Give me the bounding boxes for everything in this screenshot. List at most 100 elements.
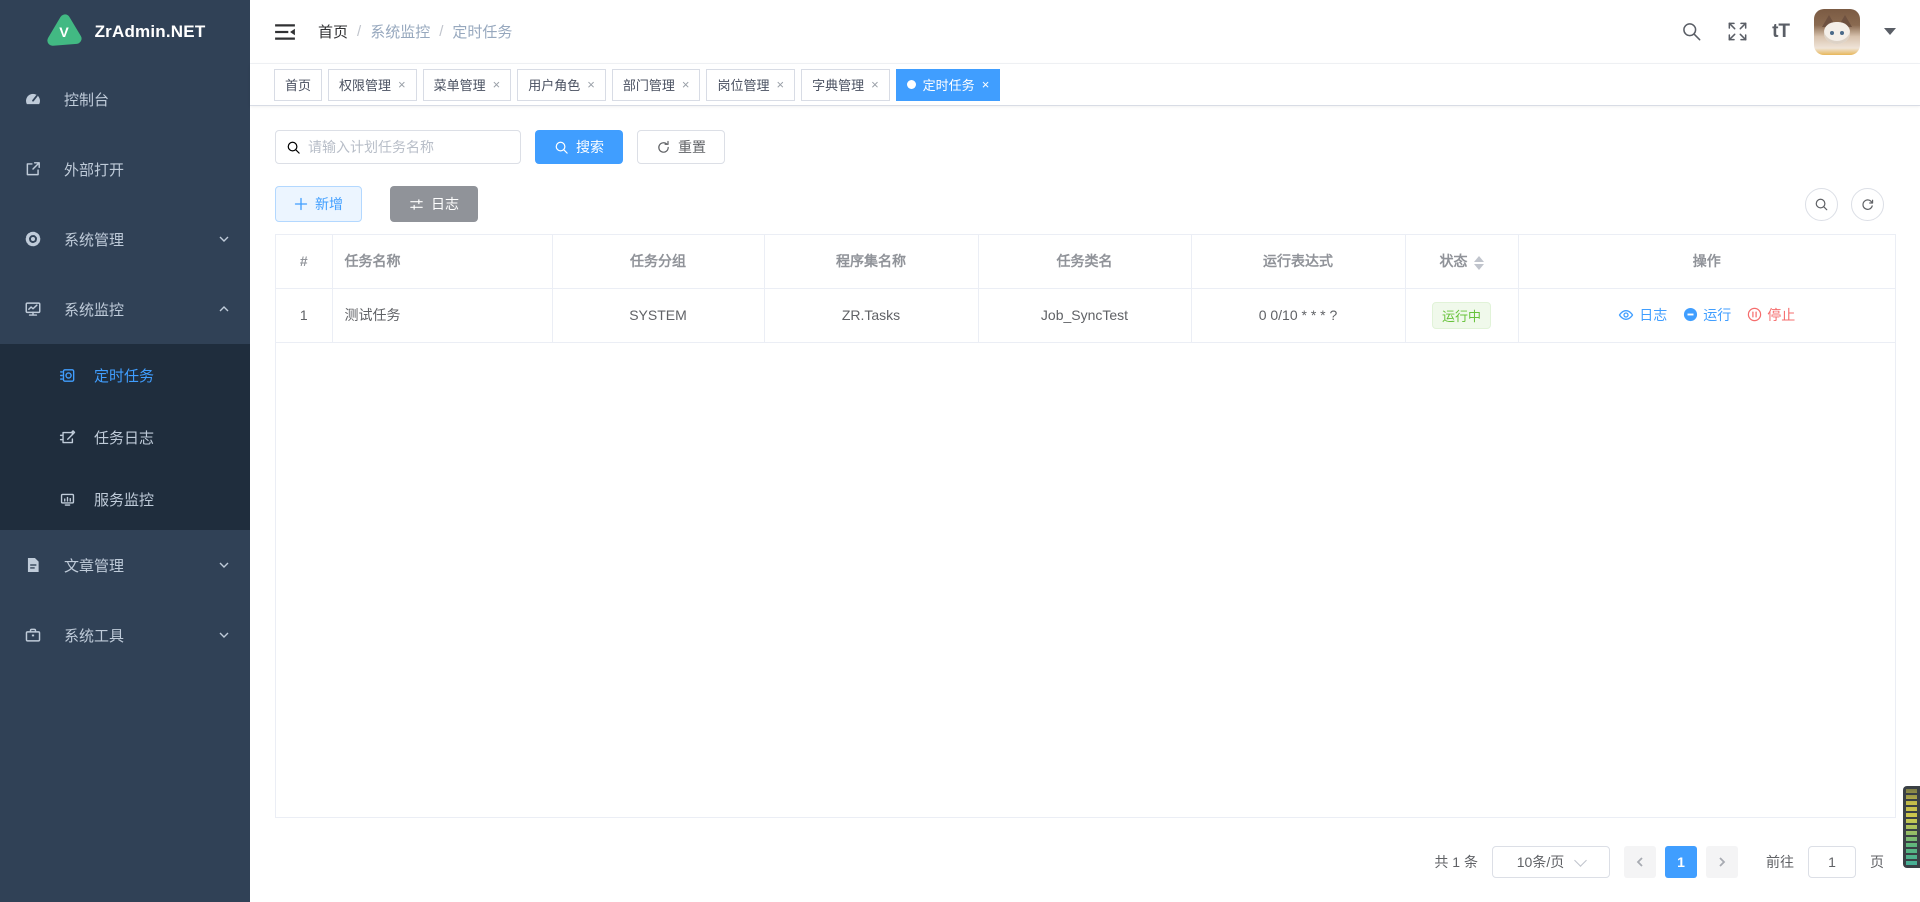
tab-home[interactable]: 首页: [274, 69, 322, 101]
sidebar-collapse-icon[interactable]: [274, 22, 296, 42]
external-link-icon: [24, 160, 42, 178]
sidebar-item-service-monitor[interactable]: 服务监控: [0, 468, 250, 530]
refresh-table-button[interactable]: [1851, 188, 1884, 221]
sort-desc-icon[interactable]: [1474, 264, 1484, 270]
fullscreen-icon[interactable]: [1726, 21, 1748, 43]
chevron-up-icon: [218, 303, 230, 315]
run-icon: [1683, 307, 1698, 322]
tasks-table: # 任务名称 任务分组 程序集名称 任务类名 运行表达式 状态 操作: [275, 234, 1896, 818]
sidebar-item-scheduled-tasks[interactable]: 定时任务: [0, 344, 250, 406]
toolbox-icon: [24, 626, 42, 644]
tab-permission-management[interactable]: 权限管理 ×: [328, 69, 417, 101]
app-logo[interactable]: V ZrAdmin.NET: [0, 0, 250, 64]
toolbar-row: 新增 日志: [275, 186, 1896, 222]
log-button[interactable]: 日志: [390, 186, 478, 222]
tab-label: 首页: [285, 75, 311, 94]
sort-asc-icon[interactable]: [1474, 256, 1484, 262]
row-run-button[interactable]: 运行: [1683, 305, 1731, 325]
next-page-button[interactable]: [1706, 846, 1738, 878]
avatar-caret-down-icon[interactable]: [1884, 28, 1896, 35]
tab-menu-management[interactable]: 菜单管理 ×: [423, 69, 512, 101]
row-stop-button[interactable]: 停止: [1747, 305, 1795, 325]
avatar[interactable]: [1814, 9, 1860, 55]
sidebar-item-system-management[interactable]: 系统管理: [0, 204, 250, 274]
search-button-label: 搜索: [576, 137, 604, 157]
sidebar-item-task-logs[interactable]: 任务日志: [0, 406, 250, 468]
svg-text:V: V: [59, 25, 69, 41]
audio-level-meter: [1903, 786, 1920, 868]
close-icon[interactable]: ×: [493, 78, 501, 91]
column-header-actions: 操作: [1518, 235, 1895, 288]
search-icon[interactable]: [1680, 21, 1702, 43]
sidebar-item-system-tools[interactable]: 系统工具: [0, 600, 250, 670]
column-header-status: 状态: [1405, 235, 1518, 288]
tab-user-roles[interactable]: 用户角色 ×: [517, 69, 606, 101]
sidebar-item-label: 任务日志: [94, 427, 154, 448]
sidebar-item-external-open[interactable]: 外部打开: [0, 134, 250, 204]
sidebar-item-label: 控制台: [64, 89, 109, 110]
breadcrumb-system-monitoring[interactable]: 系统监控: [370, 21, 430, 42]
search-input[interactable]: [308, 139, 510, 155]
chevron-down-icon: [218, 233, 230, 245]
goto-page-input[interactable]: [1808, 846, 1856, 878]
font-size-icon[interactable]: tT: [1772, 22, 1790, 41]
column-header-index: #: [276, 235, 332, 288]
row-log-button[interactable]: 日志: [1618, 305, 1667, 325]
tab-label: 部门管理: [623, 75, 675, 94]
breadcrumb: 首页 / 系统监控 / 定时任务: [318, 21, 512, 42]
tab-dictionary-management[interactable]: 字典管理 ×: [801, 69, 890, 101]
add-button[interactable]: 新增: [275, 186, 362, 222]
logo-icon: V: [45, 13, 83, 51]
sidebar-item-console[interactable]: 控制台: [0, 64, 250, 134]
sort-carets[interactable]: [1474, 256, 1484, 270]
breadcrumb-separator: /: [439, 23, 443, 40]
sidebar-item-system-monitoring[interactable]: 系统监控: [0, 274, 250, 344]
column-header-task-class: 任务类名: [978, 235, 1191, 288]
goto-label: 前往: [1766, 852, 1794, 872]
breadcrumb-separator: /: [357, 23, 361, 40]
sidebar-item-label: 系统监控: [64, 299, 124, 320]
tab-department-management[interactable]: 部门管理 ×: [612, 69, 701, 101]
close-icon[interactable]: ×: [398, 78, 406, 91]
tab-label: 字典管理: [812, 75, 864, 94]
tag-tabbar: 首页 权限管理 × 菜单管理 × 用户角色 × 部门管理 × 岗位管理 ×: [250, 64, 1920, 106]
service-monitor-icon: [58, 490, 76, 508]
breadcrumb-home[interactable]: 首页: [318, 21, 348, 42]
cell-task-group: SYSTEM: [552, 288, 764, 342]
task-name-search-box: [275, 130, 521, 164]
sidebar-menu: 控制台 外部打开 系统管理 系统监控: [0, 64, 250, 670]
sidebar-item-label: 定时任务: [94, 365, 154, 386]
search-icon: [554, 140, 569, 155]
close-icon[interactable]: ×: [871, 78, 879, 91]
close-icon[interactable]: ×: [682, 78, 690, 91]
table-tools: [1805, 188, 1884, 221]
pause-circle-icon: [1747, 307, 1762, 322]
tab-position-management[interactable]: 岗位管理 ×: [706, 69, 795, 101]
reset-button[interactable]: 重置: [637, 130, 725, 164]
close-icon[interactable]: ×: [587, 78, 595, 91]
sidebar-item-label: 文章管理: [64, 555, 124, 576]
log-button-label: 日志: [431, 194, 459, 214]
sidebar-item-label: 系统管理: [64, 229, 124, 250]
table-row[interactable]: 1 测试任务 SYSTEM ZR.Tasks Job_SyncTest 0 0/…: [276, 288, 1895, 342]
close-icon[interactable]: ×: [776, 78, 784, 91]
sidebar-item-article-management[interactable]: 文章管理: [0, 530, 250, 600]
prev-page-button[interactable]: [1624, 846, 1656, 878]
column-header-task-group: 任务分组: [552, 235, 764, 288]
tab-scheduled-tasks[interactable]: 定时任务 ×: [896, 69, 1001, 101]
main-area: 首页 / 系统监控 / 定时任务 tT: [250, 0, 1920, 902]
close-icon[interactable]: ×: [982, 78, 990, 91]
app-root: V ZrAdmin.NET 控制台 外部打开: [0, 0, 1920, 902]
chevron-down-icon: [218, 629, 230, 641]
page-number-1[interactable]: 1: [1665, 846, 1697, 878]
search-button[interactable]: 搜索: [535, 130, 623, 164]
cell-task-name: 测试任务: [332, 288, 552, 342]
avatar-cat-eye: [1830, 31, 1834, 35]
column-header-assembly: 程序集名称: [764, 235, 978, 288]
page-unit-label: 页: [1870, 852, 1884, 872]
show-search-button[interactable]: [1805, 188, 1838, 221]
page-size-select[interactable]: 10条/页: [1492, 846, 1610, 878]
reset-button-label: 重置: [678, 137, 706, 157]
cell-index: 1: [276, 288, 332, 342]
breadcrumb-current: 定时任务: [452, 21, 512, 42]
